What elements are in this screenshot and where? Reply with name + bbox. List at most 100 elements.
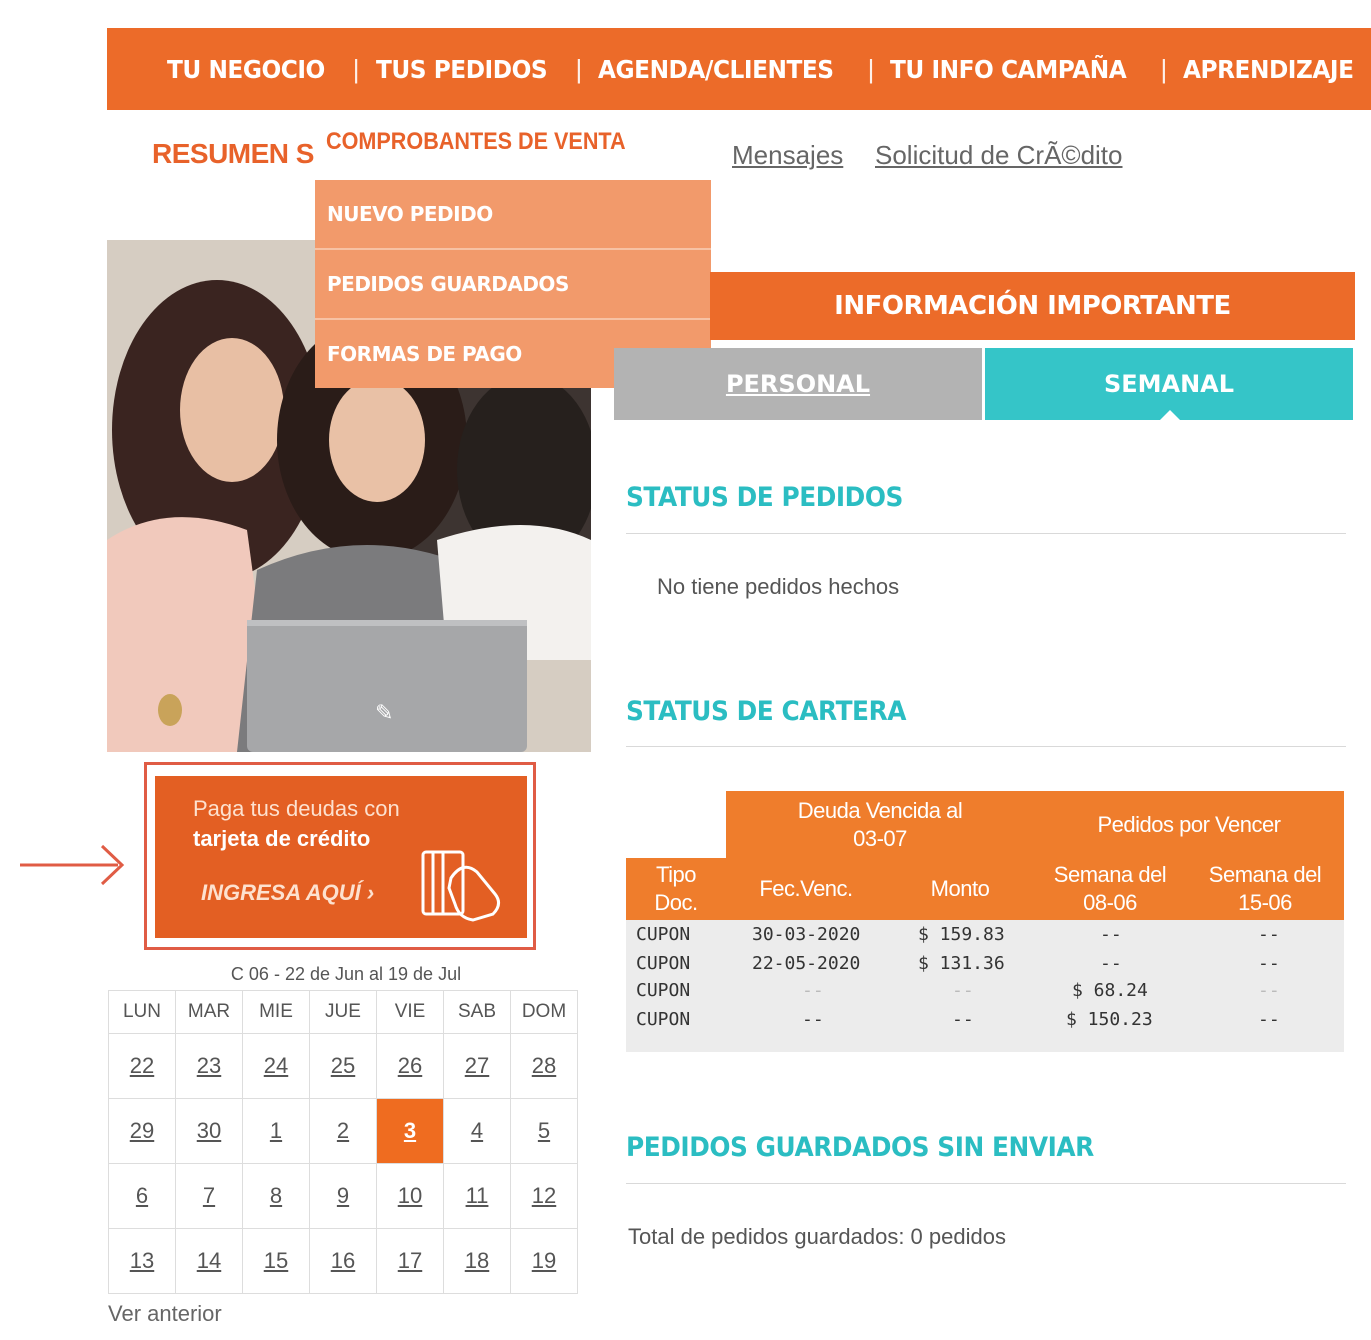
calendar-date[interactable]: 15 bbox=[242, 1228, 310, 1294]
table-cell: CUPON bbox=[636, 924, 691, 945]
pedidos-guardados-text: Total de pedidos guardados: 0 pedidos bbox=[628, 1224, 1006, 1249]
col-doc-label: Doc. bbox=[654, 890, 698, 915]
col-group-deuda-vencida-label: Deuda Vencida al bbox=[797, 797, 963, 823]
calendar-date[interactable]: 23 bbox=[175, 1033, 243, 1099]
divider bbox=[626, 746, 1346, 747]
mensajes-link[interactable]: Mensajes bbox=[732, 140, 843, 171]
table-cell: $ 131.36 bbox=[918, 953, 1005, 974]
solicitud-credito-link[interactable]: Solicitud de CrÃ©dito bbox=[875, 140, 1123, 171]
calendar-date[interactable]: 14 bbox=[175, 1228, 243, 1294]
credit-card-hand-icon bbox=[421, 850, 500, 922]
calendar-date[interactable]: 30 bbox=[175, 1098, 243, 1164]
divider bbox=[626, 1183, 1346, 1184]
calendar-date[interactable]: 29 bbox=[108, 1098, 176, 1164]
calendar-date[interactable]: 4 bbox=[443, 1098, 511, 1164]
nav-tu-negocio[interactable]: TU NEGOCIO bbox=[167, 55, 325, 84]
table-cell: -- bbox=[1258, 980, 1280, 1001]
col-group-deuda-vencida: Deuda Vencida al 03-07 bbox=[726, 791, 1034, 858]
menu-item-pedidos-guardados[interactable]: PEDIDOS GUARDADOS bbox=[315, 250, 711, 318]
calendar-date[interactable]: 28 bbox=[510, 1033, 578, 1099]
table-cell: CUPON bbox=[636, 980, 691, 1001]
col-semana-2: Semana del 15-06 bbox=[1186, 858, 1344, 920]
table-cell: $ 68.24 bbox=[1072, 980, 1148, 1001]
comprobantes-link[interactable]: COMPROBANTES DE VENTA bbox=[326, 128, 626, 156]
calendar-date[interactable]: 10 bbox=[376, 1163, 444, 1229]
col-semana-2-label: Semana del bbox=[1208, 862, 1322, 887]
calendar-date[interactable]: 12 bbox=[510, 1163, 578, 1229]
tab-personal[interactable]: PERSONAL bbox=[614, 348, 982, 420]
credit-banner-text: Paga tus deudas con bbox=[193, 796, 400, 821]
pointer-arrow-icon bbox=[20, 844, 125, 886]
active-tab-caret bbox=[1160, 410, 1180, 420]
table-cell: -- bbox=[1100, 924, 1122, 945]
calendar-date[interactable]: 17 bbox=[376, 1228, 444, 1294]
col-tipo-label: Tipo bbox=[656, 862, 696, 887]
calendar-date-today[interactable]: 3 bbox=[376, 1098, 444, 1164]
calendar-date[interactable]: 19 bbox=[510, 1228, 578, 1294]
pedidos-guardados-title: PEDIDOS GUARDADOS SIN ENVIAR bbox=[626, 1132, 1094, 1163]
edit-icon: ✎ bbox=[375, 700, 394, 725]
calendar-date[interactable]: 11 bbox=[443, 1163, 511, 1229]
ingresa-aqui-link[interactable]: INGRESA AQUÍ › bbox=[201, 880, 374, 906]
calendar-day-header: JUE bbox=[309, 990, 377, 1034]
table-cell: $ 150.23 bbox=[1066, 1009, 1153, 1030]
table-cell: -- bbox=[802, 1009, 824, 1030]
calendar-day-header: MIE bbox=[242, 990, 310, 1034]
table-cell: -- bbox=[952, 1009, 974, 1030]
calendar-date[interactable]: 18 bbox=[443, 1228, 511, 1294]
col-group-pedidos-por-vencer: Pedidos por Vencer bbox=[1034, 791, 1344, 858]
status-pedidos-title: STATUS DE PEDIDOS bbox=[626, 482, 903, 513]
col-tipo-doc: Tipo Doc. bbox=[626, 858, 726, 920]
col-group-deuda-vencida-date: 03-07 bbox=[853, 825, 907, 851]
table-cell: CUPON bbox=[636, 1009, 691, 1030]
credit-card-banner[interactable]: Paga tus deudas con tarjeta de crédito I… bbox=[155, 776, 527, 938]
col-fec-venc: Fec.Venc. bbox=[726, 858, 886, 920]
calendar-date[interactable]: 27 bbox=[443, 1033, 511, 1099]
nav-separator: | bbox=[352, 53, 360, 84]
calendar-date[interactable]: 9 bbox=[309, 1163, 377, 1229]
nav-tus-pedidos[interactable]: TUS PEDIDOS bbox=[376, 55, 548, 84]
table-cell: 22-05-2020 bbox=[752, 953, 861, 974]
calendar-date[interactable]: 2 bbox=[309, 1098, 377, 1164]
nav-agenda-clientes[interactable]: AGENDA/CLIENTES bbox=[598, 55, 834, 84]
calendar-date[interactable]: 24 bbox=[242, 1033, 310, 1099]
ver-anterior-link[interactable]: Ver anterior bbox=[108, 1301, 222, 1327]
calendar-date[interactable]: 16 bbox=[309, 1228, 377, 1294]
col-semana-1-label: Semana del bbox=[1053, 862, 1167, 887]
calendar-day-header: VIE bbox=[376, 990, 444, 1034]
col-monto: Monto bbox=[886, 858, 1034, 920]
calendar-day-header: MAR bbox=[175, 990, 243, 1034]
calendar-date[interactable]: 25 bbox=[309, 1033, 377, 1099]
status-cartera-title: STATUS DE CARTERA bbox=[626, 696, 907, 727]
col-semana-1-date: 08-06 bbox=[1083, 890, 1137, 915]
nav-separator: | bbox=[1160, 53, 1168, 84]
table-cell: -- bbox=[952, 980, 974, 1001]
calendar-date[interactable]: 1 bbox=[242, 1098, 310, 1164]
calendar-date[interactable]: 6 bbox=[108, 1163, 176, 1229]
table-cell: -- bbox=[1258, 924, 1280, 945]
table-cell: -- bbox=[802, 980, 824, 1001]
calendar-date[interactable]: 8 bbox=[242, 1163, 310, 1229]
nav-aprendizaje[interactable]: APRENDIZAJE bbox=[1183, 55, 1354, 84]
resumen-link[interactable]: RESUMEN S bbox=[152, 138, 314, 170]
calendar-date[interactable]: 13 bbox=[108, 1228, 176, 1294]
calendar-range: C 06 - 22 de Jun al 19 de Jul bbox=[230, 964, 462, 984]
calendar-grid: LUN MAR MIE JUE VIE SAB DOM 22 23 24 25 … bbox=[108, 990, 578, 1294]
table-cell: -- bbox=[1100, 953, 1122, 974]
table-cell: 30-03-2020 bbox=[752, 924, 861, 945]
calendar-date[interactable]: 5 bbox=[510, 1098, 578, 1164]
nav-separator: | bbox=[575, 53, 583, 84]
divider bbox=[626, 533, 1346, 534]
nav-tu-info-campana[interactable]: TU INFO CAMPAÑA bbox=[890, 55, 1127, 84]
col-semana-1: Semana del 08-06 bbox=[1034, 858, 1186, 920]
calendar-date[interactable]: 7 bbox=[175, 1163, 243, 1229]
col-semana-2-date: 15-06 bbox=[1238, 890, 1292, 915]
calendar-day-header: DOM bbox=[510, 990, 578, 1034]
nav-separator: | bbox=[867, 53, 875, 84]
calendar-date[interactable]: 22 bbox=[108, 1033, 176, 1099]
menu-item-nuevo-pedido[interactable]: NUEVO PEDIDO bbox=[315, 180, 711, 248]
table-cell: $ 159.83 bbox=[918, 924, 1005, 945]
table-cell: -- bbox=[1258, 1009, 1280, 1030]
info-importante-header: INFORMACIÓN IMPORTANTE bbox=[710, 272, 1355, 340]
calendar-date[interactable]: 26 bbox=[376, 1033, 444, 1099]
